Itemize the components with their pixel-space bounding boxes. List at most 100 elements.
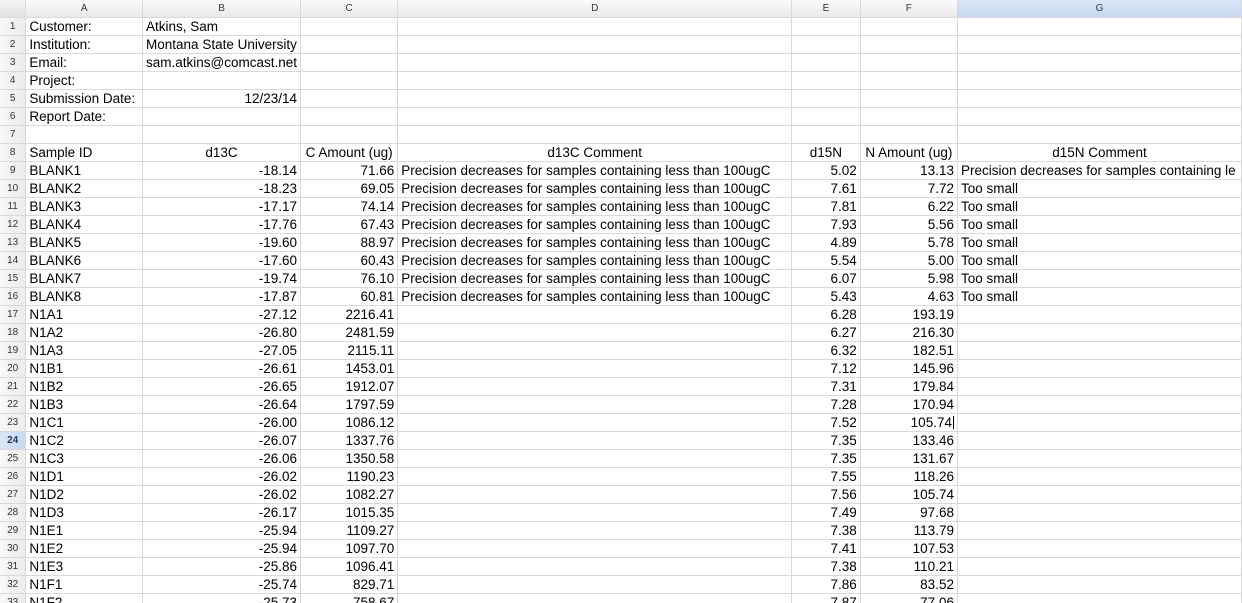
cell-e26[interactable]: 7.55 — [791, 467, 861, 486]
row-header[interactable]: 16 — [0, 287, 27, 306]
row-header[interactable]: 27 — [0, 485, 27, 504]
cell-d23[interactable] — [397, 413, 793, 432]
cell-g31[interactable] — [957, 557, 1242, 576]
cell-d10[interactable]: Precision decreases for samples containi… — [397, 179, 793, 198]
cell-b20[interactable]: -26.61 — [142, 359, 302, 378]
cell-c14[interactable]: 60.43 — [300, 251, 399, 270]
cell-c32[interactable]: 829.71 — [300, 575, 399, 594]
cell-d7[interactable] — [397, 125, 793, 144]
cell-a25[interactable]: N1C3 — [25, 449, 144, 468]
cell-d20[interactable] — [397, 359, 793, 378]
cell-g23[interactable] — [957, 413, 1242, 432]
cell-c12[interactable]: 67.43 — [300, 215, 399, 234]
cell-f29[interactable]: 113.79 — [860, 521, 958, 540]
cell-b32[interactable]: -25.74 — [142, 575, 302, 594]
cell-f26[interactable]: 118.26 — [860, 467, 958, 486]
cell-d6[interactable] — [397, 107, 793, 126]
cell-a15[interactable]: BLANK7 — [25, 269, 144, 288]
cell-a6[interactable]: Report Date: — [25, 107, 144, 126]
cell-e27[interactable]: 7.56 — [791, 485, 861, 504]
cell-c27[interactable]: 1082.27 — [300, 485, 399, 504]
cell-e3[interactable] — [791, 53, 861, 72]
cell-g11[interactable]: Too small — [957, 197, 1242, 216]
cell-f30[interactable]: 107.53 — [860, 539, 958, 558]
cell-e28[interactable]: 7.49 — [791, 503, 861, 522]
cell-a28[interactable]: N1D3 — [25, 503, 144, 522]
cell-b1[interactable]: Atkins, Sam — [142, 17, 302, 36]
cell-g33[interactable] — [957, 593, 1242, 603]
cell-d4[interactable] — [397, 71, 793, 90]
cell-b19[interactable]: -27.05 — [142, 341, 302, 360]
cell-c23[interactable]: 1086.12 — [300, 413, 399, 432]
cell-a21[interactable]: N1B2 — [25, 377, 144, 396]
cell-g13[interactable]: Too small — [957, 233, 1242, 252]
cell-e16[interactable]: 5.43 — [791, 287, 861, 306]
row-header[interactable]: 6 — [0, 107, 27, 126]
cell-b11[interactable]: -17.17 — [142, 197, 302, 216]
cell-b16[interactable]: -17.87 — [142, 287, 302, 306]
cell-g7[interactable] — [957, 125, 1242, 144]
cell-a22[interactable]: N1B3 — [25, 395, 144, 414]
cell-a11[interactable]: BLANK3 — [25, 197, 144, 216]
cell-g29[interactable] — [957, 521, 1242, 540]
cell-b28[interactable]: -26.17 — [142, 503, 302, 522]
cell-c26[interactable]: 1190.23 — [300, 467, 399, 486]
cell-f20[interactable]: 145.96 — [860, 359, 958, 378]
cell-d27[interactable] — [397, 485, 793, 504]
cell-g8[interactable]: d15N Comment — [957, 143, 1242, 162]
cell-g14[interactable]: Too small — [957, 251, 1242, 270]
cell-g17[interactable] — [957, 305, 1242, 324]
cell-b33[interactable]: -25.73 — [142, 593, 302, 603]
cell-a17[interactable]: N1A1 — [25, 305, 144, 324]
row-header[interactable]: 1 — [0, 17, 27, 36]
cell-a16[interactable]: BLANK8 — [25, 287, 144, 306]
cell-c6[interactable] — [300, 107, 399, 126]
cell-a4[interactable]: Project: — [25, 71, 144, 90]
cell-e5[interactable] — [791, 89, 861, 108]
row-header[interactable]: 7 — [0, 125, 27, 144]
cell-c31[interactable]: 1096.41 — [300, 557, 399, 576]
cell-g32[interactable] — [957, 575, 1242, 594]
cell-f1[interactable] — [860, 17, 958, 36]
cell-e10[interactable]: 7.61 — [791, 179, 861, 198]
cell-f4[interactable] — [860, 71, 958, 90]
cell-d2[interactable] — [397, 35, 793, 54]
cell-f18[interactable]: 216.30 — [860, 323, 958, 342]
cell-f28[interactable]: 97.68 — [860, 503, 958, 522]
row-header[interactable]: 25 — [0, 449, 27, 468]
row-header[interactable]: 28 — [0, 503, 27, 522]
cell-a23[interactable]: N1C1 — [25, 413, 144, 432]
cell-f5[interactable] — [860, 89, 958, 108]
row-header[interactable]: 26 — [0, 467, 27, 486]
cell-f6[interactable] — [860, 107, 958, 126]
cell-a30[interactable]: N1E2 — [25, 539, 144, 558]
cell-a19[interactable]: N1A3 — [25, 341, 144, 360]
cell-f11[interactable]: 6.22 — [860, 197, 958, 216]
cell-a9[interactable]: BLANK1 — [25, 161, 144, 180]
column-header-c[interactable]: C — [300, 0, 399, 18]
cell-d11[interactable]: Precision decreases for samples containi… — [397, 197, 793, 216]
cell-b23[interactable]: -26.00 — [142, 413, 302, 432]
cell-c25[interactable]: 1350.58 — [300, 449, 399, 468]
cell-d17[interactable] — [397, 305, 793, 324]
cell-f10[interactable]: 7.72 — [860, 179, 958, 198]
cell-b13[interactable]: -19.60 — [142, 233, 302, 252]
row-header[interactable]: 13 — [0, 233, 27, 252]
cell-c15[interactable]: 76.10 — [300, 269, 399, 288]
cell-b25[interactable]: -26.06 — [142, 449, 302, 468]
cell-a12[interactable]: BLANK4 — [25, 215, 144, 234]
cell-e17[interactable]: 6.28 — [791, 305, 861, 324]
cell-e23[interactable]: 7.52 — [791, 413, 861, 432]
cell-f13[interactable]: 5.78 — [860, 233, 958, 252]
cell-a31[interactable]: N1E3 — [25, 557, 144, 576]
cell-b4[interactable] — [142, 71, 302, 90]
cell-c7[interactable] — [300, 125, 399, 144]
cell-g21[interactable] — [957, 377, 1242, 396]
cell-c20[interactable]: 1453.01 — [300, 359, 399, 378]
row-header[interactable]: 8 — [0, 143, 27, 162]
cell-a33[interactable]: N1F2 — [25, 593, 144, 603]
cell-b21[interactable]: -26.65 — [142, 377, 302, 396]
cell-b18[interactable]: -26.80 — [142, 323, 302, 342]
cell-d22[interactable] — [397, 395, 793, 414]
cell-a8[interactable]: Sample ID — [25, 143, 144, 162]
